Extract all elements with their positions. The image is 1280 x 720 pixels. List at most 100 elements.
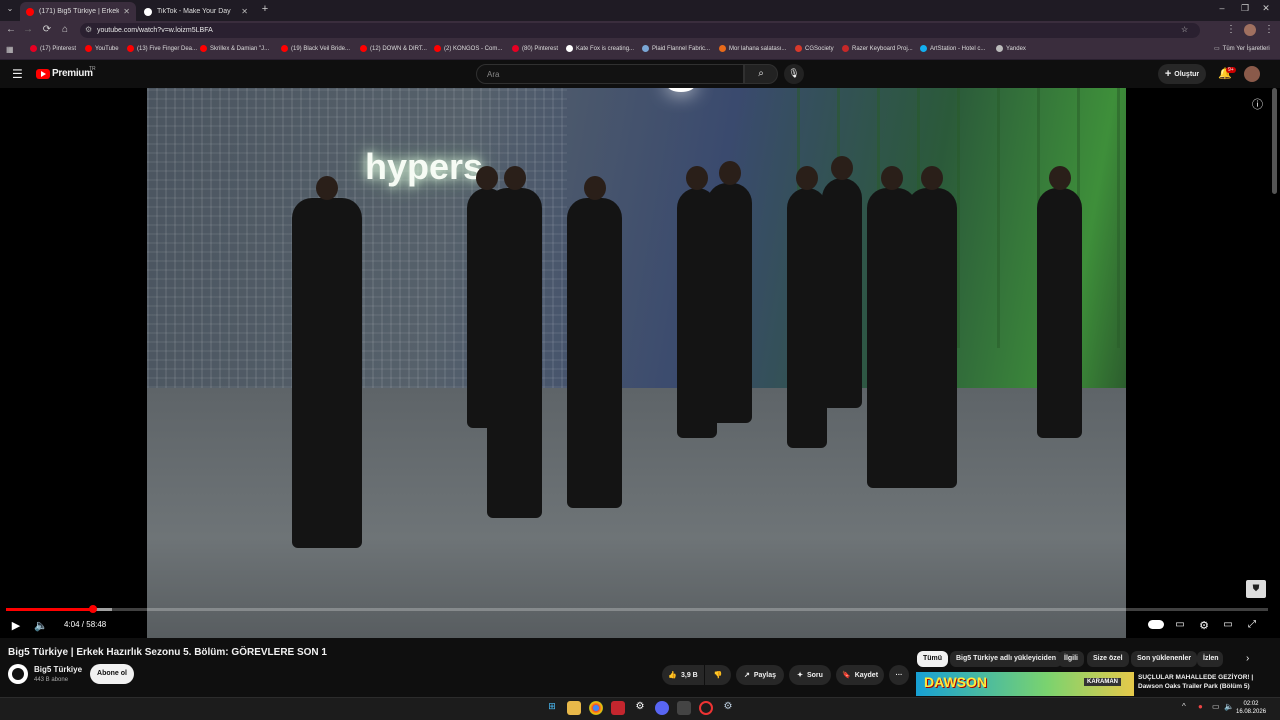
thumbs-up-icon: 👍 xyxy=(668,672,677,679)
bookmark-item[interactable]: ArtStation - Hotel c... xyxy=(920,45,985,52)
tab-tiktok[interactable]: TikTok - Make Your Day ✕ xyxy=(138,2,254,21)
bookmark-item[interactable]: Plaid Flannel Fabric... xyxy=(642,45,710,52)
file-explorer-icon[interactable] xyxy=(567,701,581,715)
chip-watched[interactable]: İzlen xyxy=(1197,651,1223,667)
bookmark-item[interactable]: YouTube xyxy=(85,45,119,52)
tray-app-icon[interactable]: ● xyxy=(1198,702,1203,711)
bookmark-item[interactable]: (17) Pinterest xyxy=(30,45,76,52)
app-icon[interactable] xyxy=(611,701,625,715)
subtitles-icon[interactable]: ▭ xyxy=(1172,619,1188,630)
fullscreen-icon[interactable]: ⤢ xyxy=(1244,619,1260,630)
tab-search-icon[interactable]: ⌄ xyxy=(3,4,17,13)
bookmark-item[interactable]: (80) Pinterest xyxy=(512,45,558,52)
more-actions-button[interactable]: ··· xyxy=(889,665,909,685)
dancer-head xyxy=(881,166,903,190)
bookmark-item[interactable]: Skrillex & Damian "J... xyxy=(200,45,269,52)
search-input[interactable]: Ara xyxy=(476,64,744,84)
play-icon[interactable]: ▶ xyxy=(8,619,24,632)
chevron-right-icon[interactable]: › xyxy=(1246,653,1249,664)
chip-for-you[interactable]: Size özel xyxy=(1087,651,1129,667)
chrome-icon[interactable] xyxy=(589,701,603,715)
bookmark-item[interactable]: Kate Fox is creating... xyxy=(566,45,634,52)
bookmark-label: (2) KONGOS - Com... xyxy=(444,45,503,52)
minimize-icon[interactable]: – xyxy=(1214,3,1230,13)
recommended-title[interactable]: SUÇLULAR MAHALLEDE GEZİYOR! | Dawson Oak… xyxy=(1138,673,1268,691)
video-frame[interactable]: hypers xyxy=(147,88,1126,638)
bookmark-favicon-icon xyxy=(566,45,573,52)
bookmark-item[interactable]: Razer Keyboard Proj... xyxy=(842,45,913,52)
search-icon[interactable]: ⌕ xyxy=(744,64,778,84)
recommended-thumbnail[interactable]: DAWSON KARAMAN xyxy=(916,672,1134,696)
like-button[interactable]: 👍 3,9 B xyxy=(662,665,704,685)
chip-all[interactable]: Tümü xyxy=(917,651,949,667)
share-icon: ↗ xyxy=(743,672,750,679)
youtube-logo-icon[interactable] xyxy=(36,69,50,79)
dancer-figure xyxy=(822,178,862,408)
bookmark-item[interactable]: (19) Black Veil Bride... xyxy=(281,45,350,52)
progress-bar[interactable] xyxy=(6,608,1268,611)
bookmark-label: Razer Keyboard Proj... xyxy=(852,45,913,52)
forward-icon[interactable]: → xyxy=(21,24,35,35)
dislike-button[interactable]: 👎 xyxy=(705,665,731,685)
channel-name[interactable]: Big5 Türkiye xyxy=(34,665,82,674)
maximize-icon[interactable]: ❐ xyxy=(1237,3,1253,14)
speaker-icon[interactable]: 🔈 xyxy=(1224,702,1234,711)
chip-related[interactable]: İlgili xyxy=(1058,651,1084,667)
profile-avatar[interactable] xyxy=(1244,24,1256,36)
system-clock[interactable]: 02:02 16.08.2026 xyxy=(1236,700,1266,716)
autoplay-toggle[interactable] xyxy=(1148,620,1164,629)
bookmark-item[interactable]: (12) DOWN & DIRT... xyxy=(360,45,427,52)
account-avatar[interactable] xyxy=(1244,66,1260,82)
youtube-favicon-icon xyxy=(26,7,34,16)
folder-icon: ▭ xyxy=(1214,46,1220,52)
close-window-icon[interactable]: ✕ xyxy=(1258,3,1274,14)
bookmark-item[interactable]: Mor lahana salatası... xyxy=(719,45,786,52)
share-button[interactable]: ↗ Paylaş xyxy=(736,665,784,685)
page-scrollbar[interactable] xyxy=(1272,88,1277,194)
subscribe-button[interactable]: Abone ol xyxy=(90,664,134,684)
volume-icon[interactable]: 🔈 xyxy=(33,619,49,632)
save-button[interactable]: 🔖 Kaydet xyxy=(836,665,884,685)
bookmark-item[interactable]: (2) KONGOS - Com... xyxy=(434,45,502,52)
terminal-icon[interactable] xyxy=(677,701,691,715)
close-tab-icon[interactable]: ✕ xyxy=(241,7,248,16)
home-icon[interactable]: ⌂ xyxy=(58,24,72,35)
bookmark-favicon-icon xyxy=(30,45,37,52)
all-bookmarks[interactable]: ▭ Tüm Yer İşaretleri xyxy=(1214,45,1270,53)
steam-icon[interactable]: ⚙ xyxy=(633,701,647,715)
discord-icon[interactable] xyxy=(655,701,669,715)
tray-chevron-icon[interactable]: ^ xyxy=(1182,702,1186,711)
dancer-head xyxy=(718,161,741,185)
apps-grid-icon[interactable]: ▦ xyxy=(6,45,14,54)
channel-avatar[interactable] xyxy=(8,664,28,684)
menu-icon[interactable]: ☰ xyxy=(12,67,23,81)
create-button[interactable]: + Oluştur xyxy=(1158,64,1206,84)
network-icon[interactable]: ▭ xyxy=(1212,702,1220,711)
bookmark-item[interactable]: Yandex xyxy=(996,45,1026,52)
microphone-icon[interactable]: 🎙 xyxy=(784,64,804,84)
close-tab-icon[interactable]: ✕ xyxy=(123,7,130,16)
site-info-icon[interactable]: ⚙ xyxy=(85,25,92,34)
url-field[interactable]: ⚙ youtube.com/watch?v=w.loizm5LBFA ☆ xyxy=(80,23,1200,38)
back-icon[interactable]: ← xyxy=(4,24,18,35)
chrome-menu-icon[interactable]: ⋮ xyxy=(1262,24,1276,35)
bookmark-item[interactable]: CGSociety xyxy=(795,45,834,52)
ask-button[interactable]: ✦ Soru xyxy=(789,665,831,685)
settings-gear-icon[interactable]: ⚙ xyxy=(1196,619,1212,632)
chip-recent[interactable]: Son yüklenenler xyxy=(1131,651,1198,667)
windows-start-icon[interactable]: ⊞ xyxy=(545,701,559,715)
progress-scrubber[interactable] xyxy=(89,605,98,613)
dancer-head xyxy=(503,166,526,190)
new-tab-icon[interactable]: + xyxy=(258,3,272,15)
info-icon[interactable]: ⓘ xyxy=(1252,96,1263,112)
theater-mode-icon[interactable]: ▭ xyxy=(1220,619,1236,630)
settings-icon[interactable]: ⚙ xyxy=(721,701,735,715)
chip-from-uploader[interactable]: Big5 Türkiye adlı yükleyiciden xyxy=(950,651,1062,667)
tab-youtube[interactable]: (171) Big5 Türkiye | Erkek Hazır ✕ xyxy=(20,2,136,21)
extensions-icon[interactable]: ⋮ xyxy=(1224,24,1238,35)
channel-watermark-icon[interactable]: ⛊ xyxy=(1246,580,1266,598)
reload-icon[interactable]: ⟳ xyxy=(40,24,54,35)
bookmark-item[interactable]: (13) Five Finger Dea... xyxy=(127,45,197,52)
media-app-icon[interactable] xyxy=(699,701,713,715)
bookmark-star-icon[interactable]: ☆ xyxy=(1181,25,1188,34)
